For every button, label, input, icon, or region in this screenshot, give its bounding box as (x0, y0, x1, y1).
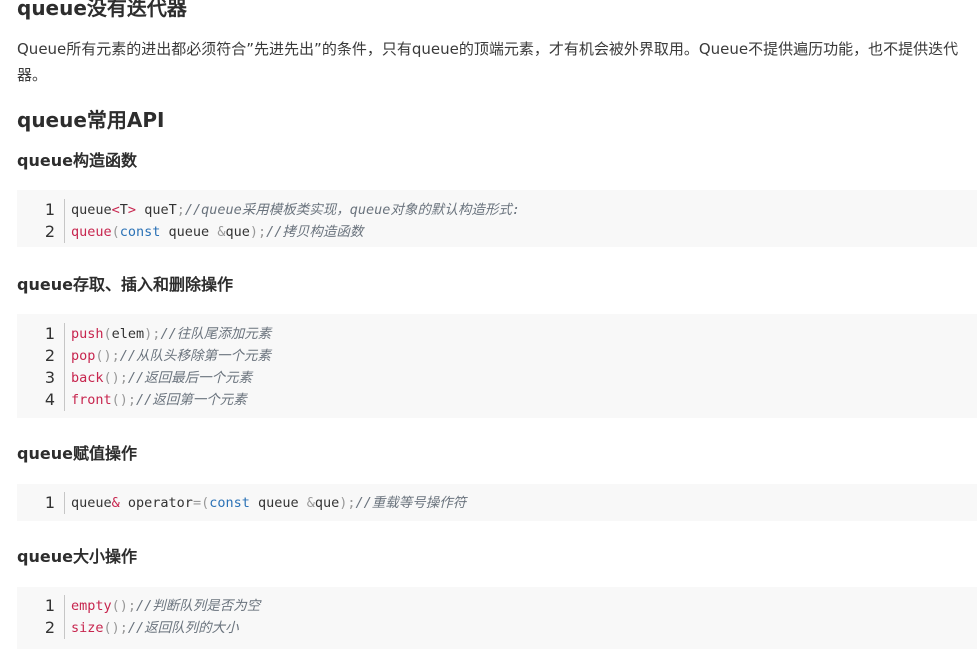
code-line: 1 push(elem);//往队尾添加元素 (17, 323, 977, 345)
heading-no-iterator: queue没有迭代器 (17, 0, 187, 20)
code-line: 1 empty();//判断队列是否为空 (17, 595, 977, 617)
code-line: 3 back();//返回最后一个元素 (17, 367, 977, 389)
code-text: queue<T> queT;//queue采用模板类实现，queue对象的默认构… (71, 202, 521, 218)
code-text: pop();//从队头移除第一个元素 (71, 348, 272, 364)
code-text: queue& operator=(const queue &que);//重载等… (71, 495, 467, 511)
code-line: 2 pop();//从队头移除第一个元素 (17, 345, 977, 367)
code-text: push(elem);//往队尾添加元素 (71, 326, 272, 342)
line-number: 1 (17, 595, 65, 617)
code-block-constructor: 1 queue<T> queT;//queue采用模板类实现，queue对象的默… (17, 190, 977, 247)
code-block-assignment: 1 queue& operator=(const queue &que);//重… (17, 484, 977, 521)
code-text: size();//返回队列的大小 (71, 620, 239, 636)
code-line: 4 front();//返回第一个元素 (17, 389, 977, 411)
line-number: 4 (17, 389, 65, 411)
code-block-size: 1 empty();//判断队列是否为空 2 size();//返回队列的大小 (17, 587, 977, 649)
section-title-constructor: queue构造函数 (17, 151, 137, 170)
section-title-size: queue大小操作 (17, 547, 137, 566)
code-text: empty();//判断队列是否为空 (71, 598, 261, 614)
line-number: 2 (17, 221, 65, 243)
line-number: 2 (17, 617, 65, 639)
line-number: 1 (17, 492, 65, 514)
code-text: queue(const queue &que);//拷贝构造函数 (71, 224, 364, 240)
code-line: 2 queue(const queue &que);//拷贝构造函数 (17, 221, 977, 243)
code-text: back();//返回最后一个元素 (71, 370, 253, 386)
code-line: 1 queue<T> queT;//queue采用模板类实现，queue对象的默… (17, 199, 977, 221)
code-block-access: 1 push(elem);//往队尾添加元素 2 pop();//从队头移除第一… (17, 314, 977, 418)
line-number: 2 (17, 345, 65, 367)
line-number: 1 (17, 323, 65, 345)
heading-common-api: queue常用API (17, 108, 165, 132)
section-title-access: queue存取、插入和删除操作 (17, 275, 233, 294)
code-text: front();//返回第一个元素 (71, 392, 247, 408)
line-number: 1 (17, 199, 65, 221)
intro-paragraph: Queue所有元素的进出都必须符合”先进先出”的条件，只有queue的顶端元素，… (17, 40, 959, 84)
code-line: 2 size();//返回队列的大小 (17, 617, 977, 639)
section-title-assignment: queue赋值操作 (17, 444, 137, 463)
line-number: 3 (17, 367, 65, 389)
code-line: 1 queue& operator=(const queue &que);//重… (17, 492, 977, 514)
